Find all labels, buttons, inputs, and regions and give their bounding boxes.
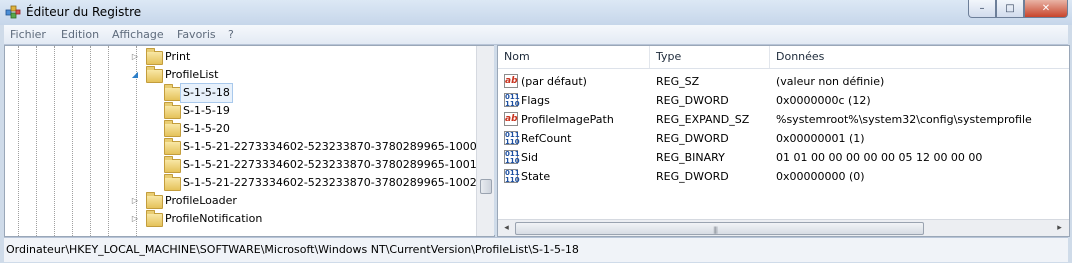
value-data: (valeur non définie) bbox=[776, 75, 885, 88]
string-value-icon: ab bbox=[504, 74, 518, 88]
folder-icon bbox=[164, 174, 181, 191]
tree-vertical-scrollbar[interactable] bbox=[476, 46, 494, 236]
value-row[interactable]: 011 110 Sid REG_BINARY 01 01 00 00 00 00… bbox=[498, 148, 1069, 167]
binary-value-icon: 011 110 bbox=[504, 169, 520, 184]
folder-open-icon bbox=[146, 66, 163, 83]
binary-value-icon: 011 110 bbox=[504, 150, 520, 165]
tree-node-label: S-1-5-19 bbox=[183, 104, 230, 117]
key-tree-pane[interactable]: ▷ Print ◢ ProfileList S-1-5-18 S-1-5-19 … bbox=[4, 45, 495, 237]
expand-arrow-icon[interactable]: ▷ bbox=[131, 48, 139, 66]
column-header-row: Nom Type Données bbox=[498, 46, 1069, 69]
tree-node-s-1-5-19[interactable]: S-1-5-19 bbox=[5, 102, 475, 120]
value-row[interactable]: 011 110 Flags REG_DWORD 0x0000000c (12) bbox=[498, 91, 1069, 110]
folder-icon bbox=[164, 84, 181, 101]
close-icon[interactable]: ✕ bbox=[1024, 0, 1068, 18]
tree-node-profilenotification[interactable]: ▷ ProfileNotification bbox=[5, 210, 475, 228]
current-key-path: Ordinateur\HKEY_LOCAL_MACHINE\SOFTWARE\M… bbox=[6, 243, 579, 256]
expand-arrow-icon[interactable]: ▷ bbox=[131, 192, 139, 210]
string-value-icon: ab bbox=[504, 112, 518, 126]
folder-icon bbox=[164, 138, 181, 155]
tree-node-s-1-5-20[interactable]: S-1-5-20 bbox=[5, 120, 475, 138]
menu-favoris[interactable]: Favoris bbox=[177, 28, 216, 41]
tree-node-label: S-1-5-20 bbox=[183, 122, 230, 135]
status-bar: Ordinateur\HKEY_LOCAL_MACHINE\SOFTWARE\M… bbox=[4, 237, 1068, 262]
value-type: REG_EXPAND_SZ bbox=[656, 113, 750, 126]
values-list-pane[interactable]: Nom Type Données ab (par défaut) REG_SZ … bbox=[497, 45, 1070, 237]
folder-icon bbox=[146, 210, 163, 227]
window-title: Éditeur du Registre bbox=[26, 5, 142, 19]
tree-node-s-1-5-21-1002[interactable]: S-1-5-21-2273334602-523233870-3780289965… bbox=[5, 174, 477, 192]
value-data: 0x0000000c (12) bbox=[776, 94, 871, 107]
registry-editor-icon bbox=[5, 5, 21, 19]
value-row[interactable]: ab (par défaut) REG_SZ (valeur non défin… bbox=[498, 72, 1069, 91]
tree-node-label: S-1-5-21-2273334602-523233870-3780289965… bbox=[183, 176, 477, 189]
value-data: 0x00000000 (0) bbox=[776, 170, 865, 183]
tree-node-label: ProfileNotification bbox=[165, 212, 263, 225]
expand-arrow-icon[interactable]: ▷ bbox=[131, 210, 139, 228]
tree-node-label: S-1-5-18 bbox=[180, 83, 233, 103]
value-row[interactable]: 011 110 State REG_DWORD 0x00000000 (0) bbox=[498, 167, 1069, 186]
tree-node-label: ProfileLoader bbox=[165, 194, 237, 207]
scroll-left-icon[interactable]: ◂ bbox=[498, 220, 515, 236]
tree-node-s-1-5-21-1000[interactable]: S-1-5-21-2273334602-523233870-3780289965… bbox=[5, 138, 477, 156]
binary-value-icon: 011 110 bbox=[504, 93, 520, 108]
minimize-icon[interactable]: – bbox=[968, 0, 996, 18]
folder-icon bbox=[164, 120, 181, 137]
tree-node-label: Print bbox=[165, 50, 191, 63]
folder-icon bbox=[146, 192, 163, 209]
maximize-icon[interactable]: □ bbox=[996, 0, 1024, 18]
value-type: REG_SZ bbox=[656, 75, 700, 88]
column-header-donnees[interactable]: Données bbox=[770, 46, 1069, 68]
value-name: Flags bbox=[521, 94, 550, 107]
tree-node-label: S-1-5-21-2273334602-523233870-3780289965… bbox=[183, 158, 477, 171]
collapse-arrow-icon[interactable]: ◢ bbox=[131, 66, 139, 84]
folder-icon bbox=[164, 156, 181, 173]
value-row[interactable]: 011 110 RefCount REG_DWORD 0x00000001 (1… bbox=[498, 129, 1069, 148]
tree-node-label: S-1-5-21-2273334602-523233870-3780289965… bbox=[183, 140, 477, 153]
tree-node-s-1-5-21-1001[interactable]: S-1-5-21-2273334602-523233870-3780289965… bbox=[5, 156, 477, 174]
tree-node-s-1-5-18[interactable]: S-1-5-18 bbox=[5, 83, 475, 103]
tree-node-print[interactable]: ▷ Print bbox=[5, 48, 475, 66]
value-type: REG_BINARY bbox=[656, 151, 725, 164]
value-data: 0x00000001 (1) bbox=[776, 132, 865, 145]
scroll-right-icon[interactable]: ▸ bbox=[1051, 220, 1068, 236]
value-name: RefCount bbox=[521, 132, 572, 145]
value-name: ProfileImagePath bbox=[521, 113, 614, 126]
tree-node-profilelist[interactable]: ◢ ProfileList bbox=[5, 66, 475, 84]
scrollbar-thumb[interactable] bbox=[480, 179, 492, 194]
column-header-nom[interactable]: Nom bbox=[498, 46, 650, 68]
grip-icon: ||| bbox=[713, 226, 718, 234]
values-horizontal-scrollbar[interactable]: ◂ ||| ▸ bbox=[498, 219, 1069, 236]
value-type: REG_DWORD bbox=[656, 132, 729, 145]
tree-node-label: ProfileList bbox=[165, 68, 219, 81]
value-type: REG_DWORD bbox=[656, 170, 729, 183]
window-controls: – □ ✕ bbox=[968, 0, 1068, 18]
title-bar: Éditeur du Registre – □ ✕ bbox=[0, 0, 1072, 25]
value-name: State bbox=[521, 170, 551, 183]
value-data: %systemroot%\system32\config\systemprofi… bbox=[776, 113, 1032, 126]
binary-value-icon: 011 110 bbox=[504, 131, 520, 146]
value-name: Sid bbox=[521, 151, 539, 164]
column-header-type[interactable]: Type bbox=[650, 46, 770, 68]
folder-icon bbox=[164, 102, 181, 119]
menu-fichier[interactable]: Fichier bbox=[10, 28, 46, 41]
value-name: (par défaut) bbox=[521, 75, 587, 88]
menu-bar: Fichier Edition Affichage Favoris ? bbox=[4, 25, 1068, 45]
menu-edition[interactable]: Edition bbox=[61, 28, 99, 41]
value-type: REG_DWORD bbox=[656, 94, 729, 107]
menu-help[interactable]: ? bbox=[228, 28, 234, 41]
folder-icon bbox=[146, 48, 163, 65]
value-row[interactable]: ab ProfileImagePath REG_EXPAND_SZ %syste… bbox=[498, 110, 1069, 129]
tree-node-profileloader[interactable]: ▷ ProfileLoader bbox=[5, 192, 475, 210]
value-data: 01 01 00 00 00 00 00 05 12 00 00 00 bbox=[776, 151, 983, 164]
menu-affichage[interactable]: Affichage bbox=[112, 28, 164, 41]
scrollbar-thumb[interactable]: ||| bbox=[515, 222, 924, 235]
